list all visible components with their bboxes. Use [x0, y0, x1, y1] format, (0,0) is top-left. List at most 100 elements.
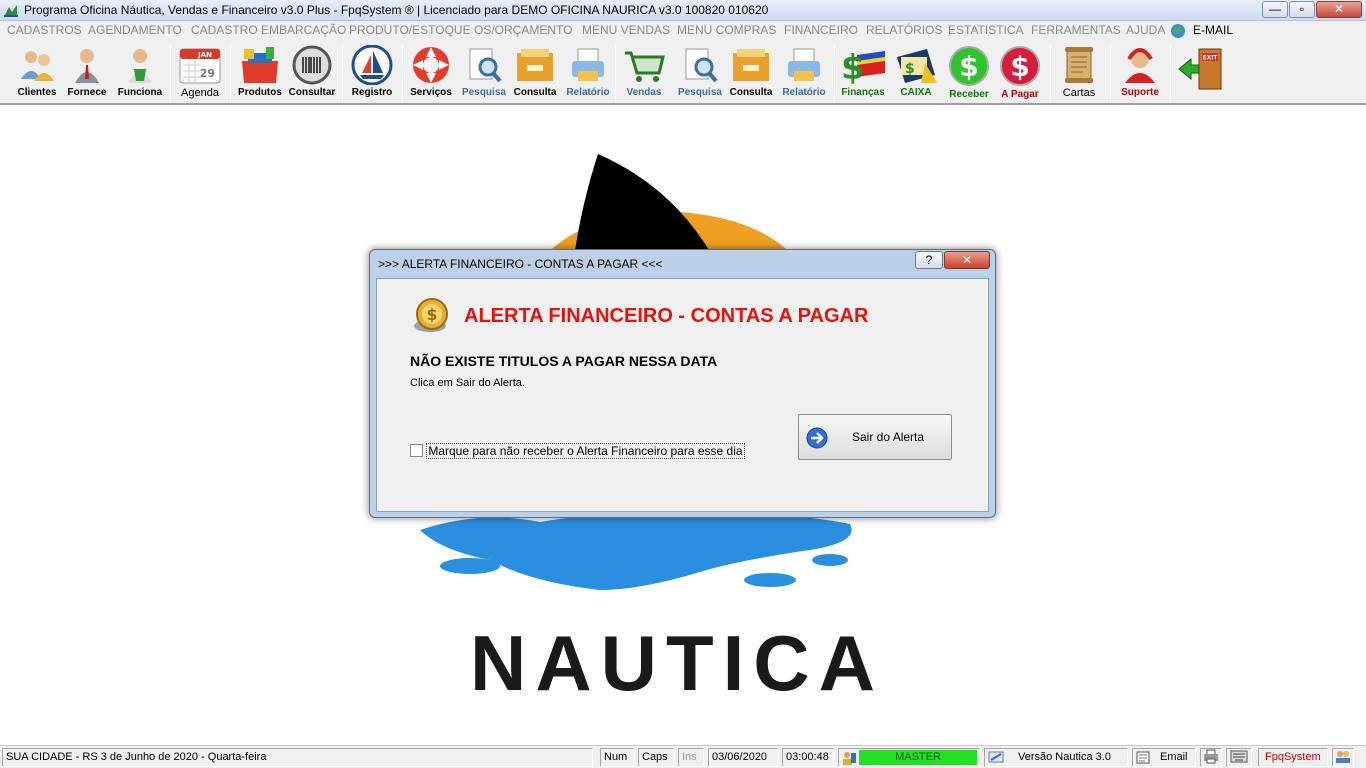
search-document-icon — [685, 48, 718, 83]
shopping-cart-icon — [625, 51, 665, 82]
apagar-button[interactable]: $ A Pagar — [993, 45, 1047, 103]
menu-bar: CADASTROS AGENDAMENTO CADASTRO EMBARCAÇÃ… — [0, 21, 1366, 41]
menu-cadastro-embarcacao[interactable]: CADASTRO EMBARCAÇÃO — [191, 23, 346, 37]
menu-vendas[interactable]: MENU VENDAS — [582, 23, 670, 37]
dialog-title: >>> ALERTA FINANCEIRO - CONTAS A PAGAR <… — [378, 257, 663, 271]
arrow-right-icon — [806, 427, 828, 449]
dollar-red-icon: $ — [1000, 46, 1040, 86]
menu-agendamento[interactable]: AGENDAMENTO — [88, 23, 182, 37]
supplier-icon — [75, 49, 99, 83]
menu-email[interactable]: E-MAIL — [1193, 23, 1233, 37]
minimize-button[interactable]: — — [1262, 1, 1288, 18]
alert-hint: Clica em Sair do Alerta. — [410, 377, 525, 389]
menu-relatorios[interactable]: RELATÓRIOS — [866, 23, 942, 37]
consultar-button[interactable]: Consultar — [285, 45, 339, 103]
lifebuoy-icon — [413, 47, 449, 83]
version-icon — [988, 751, 1004, 763]
svg-text:$: $ — [841, 48, 865, 85]
calendar-month: JAN — [197, 51, 212, 59]
pesquisa-vendas-button[interactable]: Pesquisa — [673, 45, 727, 103]
consulta-servicos-button[interactable]: Consulta — [508, 45, 562, 103]
printer-report-icon — [788, 48, 820, 81]
title-bar: Programa Oficina Náutica, Vendas e Finan… — [0, 0, 1366, 21]
status-num: Num — [600, 748, 634, 767]
servicos-button[interactable]: Serviços — [404, 45, 458, 103]
menu-os-orcamento[interactable]: OS/ORÇAMENTO — [474, 23, 572, 37]
status-email-panel[interactable]: Email — [1132, 748, 1196, 767]
menu-produto-estoque[interactable]: PRODUTO/ESTOQUE — [349, 23, 471, 37]
cartas-button[interactable]: Cartas — [1052, 45, 1106, 103]
alert-message: NÃO EXISTE TITULOS A PAGAR NESSA DATA — [410, 353, 718, 369]
fpq-logo-icon — [1336, 751, 1350, 763]
printer-icon-panel[interactable] — [1200, 748, 1222, 767]
dialog-help-button[interactable]: ? — [915, 251, 943, 269]
brand-icon-panel — [1332, 748, 1354, 767]
status-time: 03:00:48 — [782, 748, 834, 767]
alert-heading: ALERTA FINANCEIRO - CONTAS A PAGAR — [464, 305, 869, 327]
sailboat-icon — [351, 45, 393, 85]
barcode-icon — [292, 45, 332, 85]
agenda-button[interactable]: JAN 29 Agenda — [173, 45, 227, 103]
vendas-button[interactable]: Vendas — [617, 45, 671, 103]
suporte-button[interactable]: Suporte — [1113, 45, 1167, 103]
menu-estatistica[interactable]: ESTATISTICA — [948, 23, 1024, 37]
caixa-button[interactable]: $ CAIXA — [889, 45, 943, 103]
receber-button[interactable]: $ Receber — [942, 45, 996, 103]
svg-text:$: $ — [905, 61, 915, 77]
user-icon — [843, 752, 856, 765]
relatorio-servicos-button[interactable]: Relatório — [561, 45, 615, 103]
status-user-panel: MASTER — [838, 748, 980, 767]
status-location-date: SUA CIDADE - RS 3 de Junho de 2020 - Qua… — [2, 748, 593, 767]
status-version: Versão Nautica 3.0 — [1018, 751, 1111, 763]
email-globe-icon — [1171, 24, 1185, 38]
calculator-icon-panel[interactable] — [1226, 748, 1252, 767]
suppress-alert-checkbox-row[interactable]: Marque para não receber o Alerta Finance… — [410, 442, 745, 459]
products-toolbox-icon — [242, 47, 278, 83]
suppress-alert-label[interactable]: Marque para não receber o Alerta Finance… — [426, 442, 745, 459]
status-email[interactable]: Email — [1160, 749, 1188, 766]
exit-sign-text: EXIT — [1202, 55, 1218, 62]
folder-box-icon — [733, 49, 769, 81]
app-icon — [4, 5, 18, 17]
printer-icon — [1204, 749, 1218, 764]
email-icon — [1136, 751, 1150, 764]
produtos-button[interactable]: Produtos — [233, 45, 287, 103]
scroll-letter-icon — [1065, 47, 1093, 83]
maximize-button[interactable]: ▫ — [1289, 1, 1315, 18]
nautica-logo-text: NAUTICA — [470, 619, 884, 707]
exit-alert-button[interactable]: Sair do Alerta — [798, 414, 952, 460]
status-ins: Ins — [678, 748, 704, 767]
suppress-alert-checkbox[interactable] — [410, 444, 423, 458]
dialog-body: $ ALERTA FINANCEIRO - CONTAS A PAGAR NÃO… — [376, 278, 989, 512]
status-bar: SUA CIDADE - RS 3 de Junho de 2020 - Qua… — [0, 745, 1366, 768]
clientes-button[interactable]: Clientes — [10, 45, 64, 103]
support-headset-icon — [1125, 48, 1155, 83]
cash-register-icon: $ — [897, 49, 937, 83]
svg-text:$: $ — [426, 305, 437, 324]
exit-button[interactable]: EXIT — [1174, 45, 1228, 103]
status-version-panel: Versão Nautica 3.0 — [984, 748, 1128, 767]
menu-compras[interactable]: MENU COMPRAS — [677, 23, 776, 37]
printer-report-icon — [572, 48, 604, 81]
menu-ferramentas[interactable]: FERRAMENTAS — [1031, 23, 1121, 37]
clients-icon — [21, 51, 54, 81]
status-user: MASTER — [859, 750, 977, 765]
alert-dialog: >>> ALERTA FINANCEIRO - CONTAS A PAGAR <… — [369, 249, 996, 518]
coin-stack-icon: $ — [414, 298, 448, 332]
calendar-day: 29 — [200, 67, 215, 80]
search-document-icon — [469, 48, 502, 83]
funciona-button[interactable]: Funciona — [113, 45, 167, 103]
fornece-button[interactable]: Fornece — [60, 45, 114, 103]
relatorio-vendas-button[interactable]: Relatório — [777, 45, 831, 103]
pesquisa-servicos-button[interactable]: Pesquisa — [457, 45, 511, 103]
menu-ajuda[interactable]: AJUDA — [1126, 23, 1165, 37]
close-button[interactable]: ✕ — [1316, 1, 1362, 18]
menu-cadastros[interactable]: CADASTROS — [7, 23, 82, 37]
dialog-close-button[interactable]: ✕ — [944, 251, 990, 269]
registro-button[interactable]: Registro — [345, 45, 399, 103]
status-caps: Caps — [638, 748, 674, 767]
menu-financeiro[interactable]: FINANCEIRO — [784, 23, 858, 37]
financas-button[interactable]: $ Finanças — [836, 45, 890, 103]
consulta-vendas-button[interactable]: Consulta — [724, 45, 778, 103]
exit-alert-label: Sair do Alerta — [852, 430, 925, 444]
